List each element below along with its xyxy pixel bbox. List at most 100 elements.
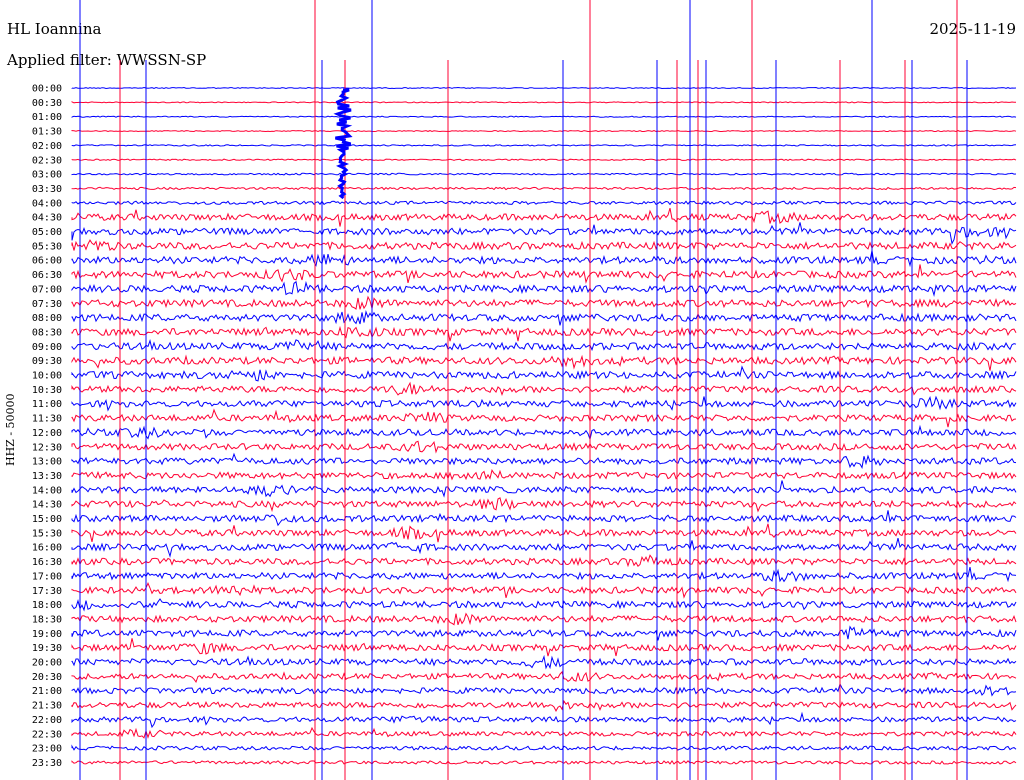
- trace-row: [71, 598, 1017, 612]
- trace-row: [71, 408, 1017, 428]
- earthquake-event: [333, 88, 353, 200]
- trace-row: [71, 682, 1017, 697]
- row-time-label: 05:00: [32, 227, 62, 238]
- row-time-label: 21:30: [32, 701, 62, 712]
- row-time-label: 08:30: [32, 327, 62, 338]
- row-time-label: 10:30: [32, 385, 62, 396]
- trace-row: [71, 200, 1017, 206]
- row-time-label: 04:30: [32, 213, 62, 224]
- row-time-label: 14:30: [32, 500, 62, 511]
- trace-row: [71, 452, 1017, 469]
- trace-row: [71, 280, 1017, 297]
- row-time-label: 03:30: [32, 184, 62, 195]
- trace-row: [71, 654, 1017, 670]
- trace-row: [71, 759, 1017, 765]
- trace-row: [71, 325, 1017, 342]
- trace-row: [71, 468, 1017, 481]
- trace-row: [71, 186, 1017, 191]
- trace-row: [71, 101, 1016, 104]
- trace-row: [71, 537, 1017, 558]
- row-time-label: 22:00: [32, 715, 62, 726]
- trace-row: [71, 554, 1017, 568]
- row-time-label: 17:00: [32, 571, 62, 582]
- trace-row: [71, 638, 1017, 657]
- trace-row: [71, 671, 1017, 683]
- trace-row: [71, 566, 1017, 583]
- row-time-label: 18:30: [32, 614, 62, 625]
- row-time-label: 13:30: [32, 471, 62, 482]
- trace-row: [71, 381, 1017, 396]
- trace-row: [71, 523, 1017, 543]
- trace-row: [71, 130, 1017, 133]
- trace-row: [71, 207, 1017, 227]
- row-time-label: 19:30: [32, 643, 62, 654]
- trace-row: [71, 480, 1017, 498]
- row-time-label: 16:30: [32, 557, 62, 568]
- row-time-label: 02:00: [32, 141, 62, 152]
- row-time-label: 03:00: [32, 170, 62, 181]
- row-time-label: 04:00: [32, 198, 62, 209]
- row-time-label: 06:00: [32, 256, 62, 267]
- row-time-label: 00:30: [32, 98, 62, 109]
- row-time-label: 11:00: [32, 399, 62, 410]
- row-time-label: 11:30: [32, 414, 62, 425]
- seismic-traces: [71, 86, 1017, 765]
- trace-row: [71, 354, 1017, 371]
- row-time-label: 01:00: [32, 112, 62, 123]
- trace-row: [71, 440, 1017, 454]
- row-time-label: 20:00: [32, 658, 62, 669]
- row-time-label: 02:30: [32, 155, 62, 166]
- trace-row: [71, 395, 1017, 412]
- row-time-label: 05:30: [32, 241, 62, 252]
- row-time-label: 13:00: [32, 457, 62, 468]
- row-time-label: 19:00: [32, 629, 62, 640]
- row-time-label: 23:30: [32, 758, 62, 769]
- row-time-label: 10:00: [32, 371, 62, 382]
- row-time-label: 17:30: [32, 586, 62, 597]
- row-time-label: 23:00: [32, 744, 62, 755]
- row-time-label: 20:30: [32, 672, 62, 683]
- row-time-label: 07:30: [32, 299, 62, 310]
- trace-row: [71, 365, 1017, 382]
- trace-row: [71, 144, 1017, 147]
- row-time-label: 00:00: [32, 84, 62, 95]
- trace-row: [71, 158, 1017, 161]
- row-time-label: 12:30: [32, 442, 62, 453]
- trace-row: [71, 239, 1017, 252]
- row-time-label: 14:00: [32, 485, 62, 496]
- row-time-label: 09:00: [32, 342, 62, 353]
- trace-row: [71, 295, 1017, 310]
- row-time-label: 15:00: [32, 514, 62, 525]
- helicorder-plot: 00:00 00:30 01:00 01:30 02:00 02:30 03:00 03:30…: [32, 0, 1017, 780]
- trace-row: [71, 86, 1017, 90]
- row-tick-labels: 00:00 00:30 01:00 01:30 02:00 02:30 03:00 03:30…: [32, 84, 62, 769]
- trace-row: [71, 726, 1017, 739]
- trace-row: [71, 222, 1017, 246]
- trace-row: [71, 510, 1017, 527]
- trace-row: [71, 497, 1017, 513]
- row-time-label: 12:00: [32, 428, 62, 439]
- trace-row: [71, 264, 1017, 284]
- row-time-label: 18:00: [32, 600, 62, 611]
- trace-row: [71, 699, 1017, 712]
- trace-row: [71, 612, 1017, 626]
- trace-row: [71, 744, 1017, 751]
- row-time-label: 07:00: [32, 284, 62, 295]
- trace-row: [71, 339, 1017, 352]
- row-time-label: 16:00: [32, 543, 62, 554]
- row-time-label: 22:30: [32, 729, 62, 740]
- row-time-label: 21:00: [32, 686, 62, 697]
- row-time-label: 09:30: [32, 356, 62, 367]
- row-time-label: 01:30: [32, 127, 62, 138]
- row-time-label: 06:30: [32, 270, 62, 281]
- row-time-label: 15:30: [32, 528, 62, 539]
- row-time-label: 08:00: [32, 313, 62, 324]
- trace-row: [71, 172, 1017, 176]
- trace-row: [71, 424, 1017, 441]
- trace-row: [71, 115, 1017, 118]
- trace-row: [71, 625, 1017, 641]
- trace-row: [71, 582, 1017, 599]
- trace-row: [71, 250, 1017, 268]
- trace-row: [71, 711, 1017, 729]
- trace-row: [71, 310, 1017, 326]
